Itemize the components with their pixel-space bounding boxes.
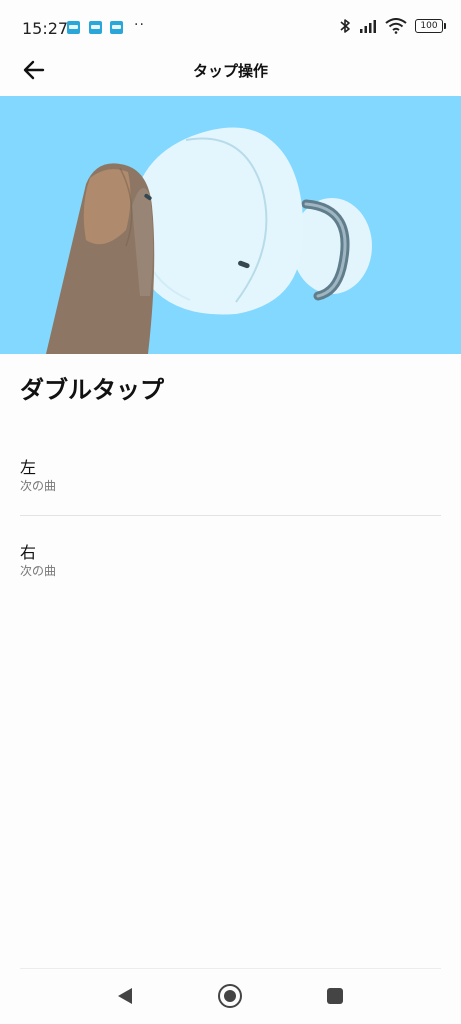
signal-icon [360, 20, 376, 33]
setting-right-double-tap[interactable]: 右 次の曲 [0, 535, 461, 595]
setting-value: 次の曲 [20, 479, 57, 493]
finger-tapping-earbud-illustration [46, 127, 372, 354]
system-navigation-bar [0, 968, 461, 1024]
setting-label: 右 [20, 543, 37, 562]
page-title: タップ操作 [192, 62, 268, 80]
back-triangle-icon [118, 988, 132, 1004]
status-time: 15:27 [22, 19, 69, 38]
nav-home-button[interactable] [216, 982, 244, 1010]
setting-left-double-tap[interactable]: 左 次の曲 [0, 450, 461, 510]
battery-icon: 100 [415, 19, 446, 33]
setting-label: 左 [20, 458, 37, 477]
home-circle-icon [218, 984, 242, 1008]
hero-illustration [0, 96, 461, 354]
app-bar: タップ操作 [0, 56, 461, 96]
nav-divider [20, 968, 441, 969]
section-title: ダブルタップ [20, 376, 164, 404]
notification-app-icon [67, 21, 80, 34]
more-notifications-indicator: ·· [134, 17, 145, 33]
wifi-icon [385, 18, 407, 34]
nav-back-button[interactable] [111, 982, 139, 1010]
status-bar: 15:27 ·· 100 [0, 0, 461, 56]
notification-app-icon [110, 21, 123, 34]
status-icons: 100 [339, 18, 446, 34]
divider [20, 515, 441, 516]
nav-recents-button[interactable] [321, 982, 349, 1010]
recents-square-icon [327, 988, 343, 1004]
bluetooth-icon [340, 19, 350, 33]
notification-app-icon [89, 21, 102, 34]
setting-value: 次の曲 [20, 564, 57, 578]
